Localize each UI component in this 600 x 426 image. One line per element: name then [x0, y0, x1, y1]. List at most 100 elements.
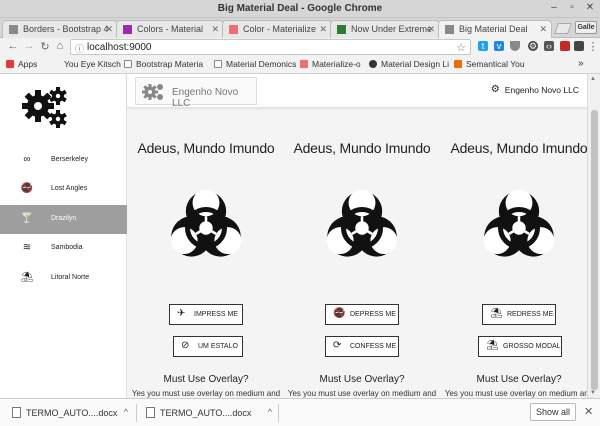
sidebar-item-label: Drazilyn	[51, 215, 77, 222]
bookmark-label: Material Design Li	[381, 59, 450, 69]
card-description: Yes you must use overlay on medium and	[131, 389, 281, 398]
depress-me-button[interactable]: 🚭 Depress Me	[325, 304, 399, 325]
url-text: localhost:9000	[87, 42, 152, 53]
scrollbar-thumb[interactable]	[591, 110, 598, 390]
tab-label: Colors - Material	[137, 24, 204, 34]
minimize-icon[interactable]: –	[548, 2, 560, 13]
bookmarks-bar: Apps You Eye Kitsch Bootstrap Materia Ma…	[0, 56, 600, 74]
impress-me-button[interactable]: ✈ Impress Me	[169, 304, 243, 325]
page-icon	[124, 60, 132, 68]
new-tab-button[interactable]	[553, 23, 573, 34]
tab-label: Color - Materialize	[243, 24, 317, 34]
um-estalo-button[interactable]: ⊘ Um Estalo	[173, 336, 243, 357]
reload-icon[interactable]: ↻	[38, 40, 52, 53]
close-tab-icon[interactable]: ✕	[105, 24, 113, 35]
camera-extension-icon[interactable]	[574, 41, 584, 51]
bookmark-label: Apps	[18, 59, 38, 69]
card-question: Must Use Overlay?	[163, 374, 249, 385]
card-question: Must Use Overlay?	[319, 374, 405, 385]
extension-icon[interactable]: v	[494, 41, 504, 51]
close-window-icon[interactable]: ✕	[584, 2, 596, 13]
smoking-icon: 🚭	[20, 183, 34, 194]
download-item[interactable]: TERMO_AUTO....docx ^	[10, 404, 128, 422]
grosso-modal-button[interactable]: ⛱ Grosso Modal	[478, 336, 562, 357]
tab-borders-bootstrap[interactable]: Borders - Bootstrap 4 ✕	[2, 20, 118, 38]
tab-colors-material[interactable]: Colors - Material ✕	[116, 20, 224, 38]
tab-color-materialize[interactable]: Color - Materialize ✕	[222, 20, 332, 38]
beach-umbrella-icon: ⛱	[486, 340, 499, 351]
tab-now-under-extreme[interactable]: Now Under Extreme ✕	[330, 20, 440, 38]
shield-extension-icon[interactable]	[510, 41, 520, 51]
close-icon[interactable]: ✕	[584, 405, 593, 418]
button-label: Redress Me	[507, 311, 554, 318]
materialize-icon	[300, 60, 308, 68]
address-bar[interactable]: ⓘ localhost:9000 ☆	[70, 39, 471, 55]
bookmark-icon	[52, 60, 60, 68]
main-content: Engenho Novo LLC ⚙ Engenho Novo LLC Adeu…	[127, 74, 600, 398]
code-extension-icon[interactable]: ‹›	[544, 41, 554, 51]
bookmark-materialize-o[interactable]: Materialize-o	[300, 59, 361, 69]
tab-big-material-deal[interactable]: Big Material Deal ✕	[438, 20, 552, 38]
brand-logo-link[interactable]: Engenho Novo LLC	[135, 77, 257, 109]
sidebar-item-litoral-norte[interactable]: ⛱ Litoral Norte	[0, 264, 127, 293]
infinity-icon: ∞	[23, 154, 31, 165]
chevron-up-icon[interactable]: ^	[268, 407, 272, 417]
prohibited-icon: ⊘	[181, 340, 190, 351]
sidebar-item-label: Sambodia	[51, 244, 83, 251]
download-filename: TERMO_AUTO....docx	[160, 408, 252, 418]
close-tab-icon[interactable]: ✕	[211, 24, 219, 35]
chevron-up-icon[interactable]: ^	[124, 407, 128, 417]
biohazard-icon	[326, 189, 398, 257]
bookmark-apps[interactable]: Apps	[6, 59, 37, 69]
button-label: Grosso Modal	[503, 343, 561, 350]
sidebar-item-drazilyn[interactable]: 🍸 Drazilyn	[0, 205, 127, 234]
sidebar-item-sambodia[interactable]: ≋ Sambodia	[0, 234, 127, 263]
page-favicon-icon	[123, 25, 132, 34]
page-favicon-icon	[445, 25, 454, 34]
scroll-down-icon[interactable]: ▼	[590, 390, 596, 396]
airplane-icon: ✈	[177, 308, 186, 319]
feature-card: Adeus, Mundo Imundo 🚭 Depress Me ⟳ Confe…	[287, 108, 437, 398]
document-icon	[12, 407, 21, 418]
menu-dots-icon[interactable]: ⋮	[586, 40, 600, 53]
bookmark-material-design-li[interactable]: Material Design Li	[369, 59, 449, 69]
back-icon[interactable]: ←	[6, 40, 20, 52]
redress-me-button[interactable]: ⛱ Redress Me	[482, 304, 556, 325]
show-all-button[interactable]: Show all	[530, 403, 576, 421]
home-icon[interactable]: ⌂	[53, 40, 67, 52]
download-filename: TERMO_AUTO....docx	[26, 408, 118, 418]
page-icon	[214, 60, 222, 68]
user-menu-link[interactable]: ⚙ Engenho Novo LLC	[491, 84, 579, 95]
settings-extension-icon[interactable]: ⚙	[528, 41, 538, 51]
feature-card: Adeus, Mundo Imundo ✈ Impress Me ⊘ Um Es…	[131, 108, 281, 398]
biohazard-icon	[483, 189, 555, 257]
close-tab-icon[interactable]: ✕	[319, 24, 327, 35]
close-tab-icon[interactable]: ✕	[539, 24, 547, 35]
bookmarks-overflow-chevron[interactable]: »	[578, 58, 584, 69]
profile-badge[interactable]: Galle	[575, 21, 597, 34]
tab-label: Borders - Bootstrap 4	[23, 24, 109, 34]
cocktail-icon: 🍸	[20, 213, 34, 224]
scroll-up-icon[interactable]: ▲	[590, 76, 596, 82]
vertical-scrollbar[interactable]: ▲ ▼	[587, 74, 600, 398]
cogs-brand-icon	[142, 84, 163, 100]
sidebar-item-berserkeley[interactable]: ∞ Berserkeley	[0, 146, 127, 175]
maximize-icon[interactable]: ▫	[566, 2, 578, 13]
bookmark-you-eye-kitsch[interactable]: You Eye Kitsch	[52, 59, 121, 69]
close-tab-icon[interactable]: ✕	[427, 24, 435, 35]
info-icon[interactable]: ⓘ	[75, 42, 84, 55]
materialize-favicon-icon	[229, 25, 238, 34]
confess-me-button[interactable]: ⟳ Confess Me	[325, 336, 399, 357]
bookmark-star-icon[interactable]: ☆	[456, 41, 466, 54]
twitter-extension-icon[interactable]: t	[478, 41, 488, 51]
bookmark-bootstrap-materia[interactable]: Bootstrap Materia	[124, 59, 203, 69]
bookmark-semantical-you[interactable]: Semantical You	[454, 59, 525, 69]
divider	[278, 404, 279, 422]
screen-extension-icon[interactable]	[560, 41, 570, 51]
button-label: Um Estalo	[198, 343, 238, 350]
button-label: Confess Me	[350, 343, 397, 350]
sidebar-item-lost-angles[interactable]: 🚭 Lost Angles	[0, 175, 127, 204]
download-item[interactable]: TERMO_AUTO....docx ^	[144, 404, 272, 422]
forward-icon[interactable]: →	[22, 40, 36, 52]
bookmark-material-demonics[interactable]: Material Demonics	[214, 59, 296, 69]
